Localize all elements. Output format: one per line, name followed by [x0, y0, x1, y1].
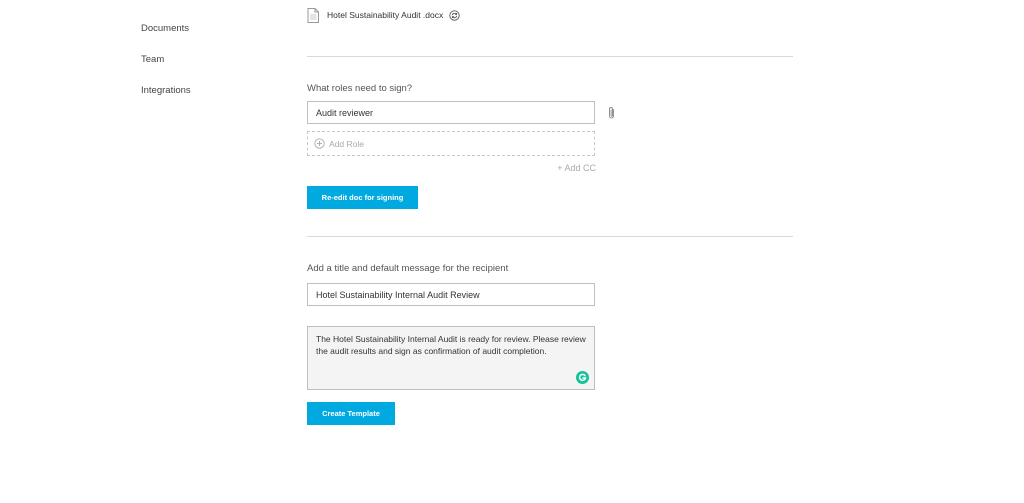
role-input-value: Audit reviewer — [316, 107, 374, 118]
roles-heading: What roles need to sign? — [307, 83, 413, 94]
message-textarea-value: The Hotel Sustainability Internal Audit … — [316, 334, 586, 356]
document-filename: Hotel Sustainability Audit .docx — [327, 10, 444, 20]
message-heading: Add a title and default message for the … — [307, 263, 509, 274]
create-template-button[interactable]: Create Template — [307, 402, 395, 425]
section-divider — [307, 56, 793, 57]
section-divider — [307, 236, 793, 237]
reedit-doc-button[interactable]: Re-edit doc for signing — [307, 186, 418, 209]
plus-circle-icon — [314, 138, 325, 149]
title-input-value: Hotel Sustainability Internal Audit Revi… — [316, 289, 480, 300]
add-cc-link[interactable]: + Add CC — [554, 163, 596, 173]
sidebar-item-team[interactable]: Team — [141, 54, 164, 65]
document-icon — [307, 7, 319, 23]
sidebar-item-integrations[interactable]: Integrations — [141, 85, 191, 96]
sidebar-item-documents[interactable]: Documents — [141, 23, 189, 34]
replace-icon[interactable] — [449, 9, 460, 21]
grammarly-icon[interactable] — [576, 371, 589, 384]
attached-document: Hotel Sustainability Audit .docx — [307, 7, 460, 23]
message-textarea[interactable]: The Hotel Sustainability Internal Audit … — [307, 326, 595, 390]
title-input[interactable]: Hotel Sustainability Internal Audit Revi… — [307, 283, 595, 306]
add-role-label: Add Role — [329, 138, 364, 149]
paperclip-icon[interactable] — [606, 106, 617, 120]
add-role-button[interactable]: Add Role — [307, 131, 595, 156]
role-input[interactable]: Audit reviewer — [307, 101, 595, 124]
